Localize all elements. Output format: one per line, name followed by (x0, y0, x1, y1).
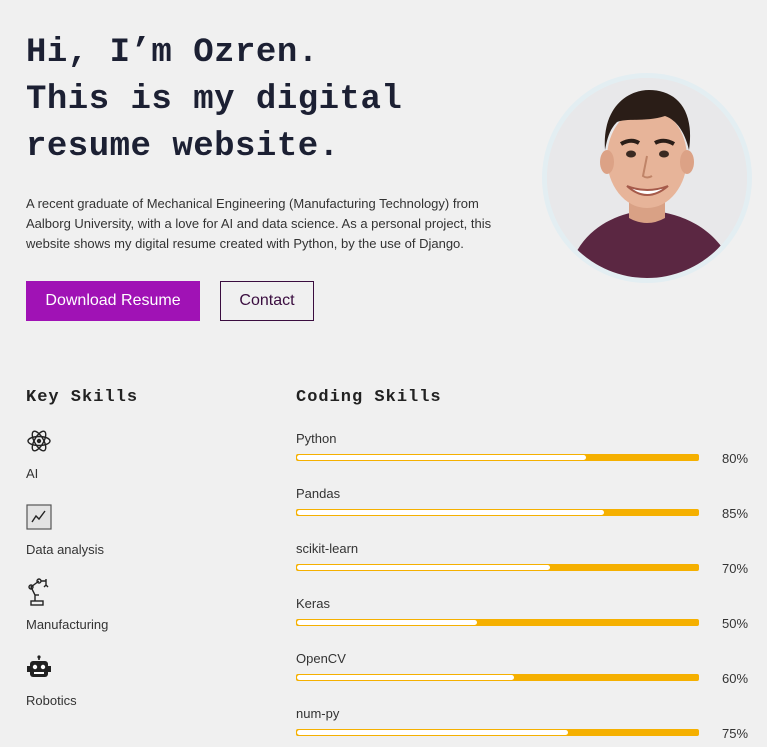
coding-skill-name: Pandas (296, 486, 341, 501)
coding-skill-name: Python (296, 431, 337, 446)
coding-skill-percent: 70% (722, 561, 749, 576)
progress-fill (297, 565, 550, 570)
contact-button[interactable]: Contact (220, 281, 314, 321)
skill-label-ai: AI (26, 466, 39, 481)
progress-fill (297, 730, 569, 735)
avatar (547, 78, 747, 278)
hero-line-1: Hi, I’m Ozren. (26, 34, 319, 72)
progress-bar (296, 509, 699, 516)
coding-skill-name: scikit-learn (296, 541, 359, 556)
coding-skill-percent: 60% (722, 671, 749, 686)
coding-skills-title: Coding Skills (296, 388, 442, 407)
skill-label-data-analysis: Data analysis (26, 542, 105, 557)
hero-line-3: resume website. (26, 128, 340, 166)
atom-icon (26, 428, 52, 454)
progress-bar (296, 674, 699, 681)
avatar-portrait (547, 78, 747, 278)
coding-skill-name: num-py (296, 706, 340, 721)
robot-head-icon (26, 655, 52, 681)
progress-bar (296, 619, 699, 626)
skill-label-robotics: Robotics (26, 693, 77, 708)
progress-fill (297, 675, 514, 680)
skill-label-manufacturing: Manufacturing (26, 617, 109, 632)
chart-icon (26, 504, 52, 530)
progress-fill (297, 510, 605, 515)
progress-bar (296, 454, 699, 461)
key-skills-title: Key Skills (26, 388, 139, 407)
coding-skill-name: OpenCV (296, 651, 346, 666)
progress-fill (297, 455, 587, 460)
coding-skill-name: Keras (296, 596, 330, 611)
coding-skill-percent: 80% (722, 451, 749, 466)
coding-skill-percent: 85% (722, 506, 749, 521)
progress-bar (296, 564, 699, 571)
coding-skill-percent: 50% (722, 616, 749, 631)
intro-text: A recent graduate of Mechanical Engineer… (26, 196, 492, 251)
hero-line-2: This is my digital (26, 81, 403, 119)
download-resume-button[interactable]: Download Resume (26, 281, 200, 321)
progress-fill (297, 620, 478, 625)
coding-skill-percent: 75% (722, 726, 749, 741)
progress-bar (296, 729, 699, 736)
hero-title: Hi, I’m Ozren. This is my digital resume… (26, 30, 402, 171)
robot-arm-icon (26, 578, 52, 606)
